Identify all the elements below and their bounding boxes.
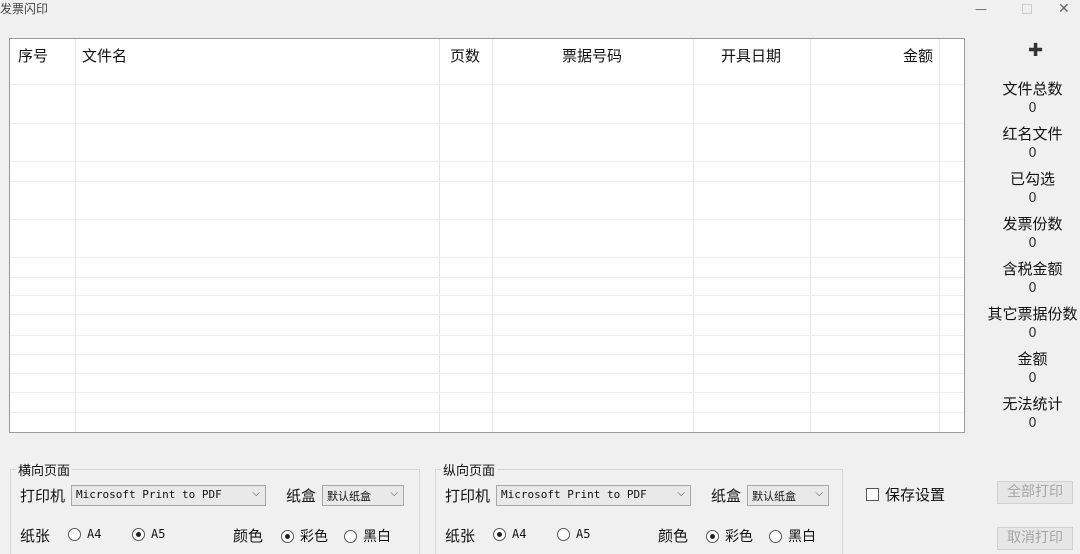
landscape-paper-a5-radio[interactable]: A5 bbox=[132, 527, 165, 541]
landscape-group-title: 横向页面 bbox=[16, 460, 73, 479]
select-value: Microsoft Print to PDF bbox=[76, 488, 222, 501]
save-settings-checkbox[interactable]: 保存设置 bbox=[866, 484, 945, 505]
radio-selected-icon bbox=[706, 529, 719, 543]
landscape-printer-select[interactable]: Microsoft Print to PDF ⌵ bbox=[71, 485, 266, 506]
stat-label: 文件总数 bbox=[1002, 80, 1063, 98]
stat-value: 0 bbox=[1028, 236, 1037, 251]
stat-label: 无法统计 bbox=[1002, 395, 1063, 413]
grid-row-line bbox=[10, 373, 964, 374]
column-header-invoice-number[interactable]: 票据号码 bbox=[562, 45, 622, 66]
grid-row-line bbox=[10, 123, 964, 124]
stat-value: 0 bbox=[1028, 326, 1037, 341]
portrait-tray-select[interactable]: 默认纸盒 ⌵ bbox=[747, 485, 829, 506]
portrait-paper-a4-radio[interactable]: A4 bbox=[493, 527, 526, 541]
portrait-printer-label: 打印机 bbox=[445, 487, 491, 505]
portrait-tray-label: 纸盒 bbox=[711, 487, 742, 505]
landscape-tray-select[interactable]: 默认纸盒 ⌵ bbox=[322, 485, 404, 506]
radio-selected-icon bbox=[132, 527, 145, 541]
portrait-paper-a5-radio[interactable]: A5 bbox=[557, 527, 590, 541]
stat-amount: 金额 0 bbox=[985, 348, 1080, 386]
radio-selected-icon bbox=[281, 529, 294, 543]
cancel-print-button[interactable]: 取消打印 bbox=[997, 527, 1073, 550]
checkbox-icon bbox=[866, 488, 879, 501]
title-bar: 发票闪印 — ✕ bbox=[0, 0, 1080, 22]
stat-checked: 已勾选 0 bbox=[985, 168, 1080, 206]
radio-circle-icon bbox=[769, 529, 782, 543]
plus-icon[interactable]: ✚ bbox=[1028, 40, 1043, 61]
select-value: 默认纸盒 bbox=[327, 490, 371, 503]
select-value: 默认纸盒 bbox=[752, 490, 796, 503]
column-header-filename[interactable]: 文件名 bbox=[82, 45, 127, 66]
minimize-button[interactable]: — bbox=[975, 0, 987, 18]
chevron-down-icon: ⌵ bbox=[252, 488, 260, 499]
grid-row-line bbox=[10, 181, 964, 182]
select-value: Microsoft Print to PDF bbox=[501, 488, 647, 501]
radio-circle-icon bbox=[344, 529, 357, 543]
stat-value: 0 bbox=[1028, 191, 1037, 206]
grid-row-line bbox=[10, 392, 964, 393]
grid-row-line bbox=[10, 84, 964, 85]
chevron-down-icon: ⌵ bbox=[815, 488, 823, 499]
portrait-paper-label: 纸张 bbox=[445, 527, 476, 545]
close-button[interactable]: ✕ bbox=[1058, 0, 1070, 18]
column-header-index[interactable]: 序号 bbox=[18, 45, 48, 66]
stat-label: 其它票据份数 bbox=[987, 305, 1078, 323]
landscape-printer-label: 打印机 bbox=[20, 487, 66, 505]
window-title: 发票闪印 bbox=[0, 2, 49, 16]
stat-red-files: 红名文件 0 bbox=[985, 123, 1080, 161]
landscape-tray-label: 纸盒 bbox=[286, 487, 317, 505]
grid-row-line bbox=[10, 277, 964, 278]
stat-value: 0 bbox=[1028, 371, 1037, 386]
stat-tax-amount: 含税金额 0 bbox=[985, 258, 1080, 296]
landscape-paper-label: 纸张 bbox=[20, 527, 51, 545]
landscape-bw-radio[interactable]: 黑白 bbox=[344, 526, 391, 546]
radio-selected-icon bbox=[493, 527, 506, 541]
grid-row-line bbox=[10, 314, 964, 315]
chevron-down-icon: ⌵ bbox=[677, 488, 685, 499]
column-header-issue-date[interactable]: 开具日期 bbox=[721, 45, 781, 66]
portrait-printer-select[interactable]: Microsoft Print to PDF ⌵ bbox=[496, 485, 691, 506]
stat-invoice-count: 发票份数 0 bbox=[985, 213, 1080, 251]
stat-uncounted: 无法统计 0 bbox=[985, 393, 1080, 431]
stat-label: 发票份数 bbox=[1002, 215, 1063, 233]
grid-row-line bbox=[10, 161, 964, 162]
stat-value: 0 bbox=[1028, 281, 1037, 296]
portrait-color-label: 颜色 bbox=[658, 527, 689, 545]
stat-other-receipts: 其它票据份数 0 bbox=[985, 303, 1080, 341]
print-all-button[interactable]: 全部打印 bbox=[997, 481, 1073, 504]
stat-value: 0 bbox=[1028, 101, 1037, 116]
grid-row-line bbox=[10, 335, 964, 336]
stat-label: 含税金额 bbox=[1002, 260, 1063, 278]
save-settings-label: 保存设置 bbox=[885, 486, 946, 504]
stat-label: 金额 bbox=[1017, 350, 1048, 368]
portrait-color-radio[interactable]: 彩色 bbox=[706, 526, 753, 546]
stat-value: 0 bbox=[1028, 146, 1037, 161]
chevron-down-icon: ⌵ bbox=[390, 488, 398, 499]
stat-value: 0 bbox=[1028, 416, 1037, 431]
stat-label: 已勾选 bbox=[1009, 170, 1055, 188]
portrait-bw-radio[interactable]: 黑白 bbox=[769, 526, 816, 546]
grid-row-line bbox=[10, 354, 964, 355]
radio-circle-icon bbox=[68, 527, 81, 541]
grid-row-line bbox=[10, 412, 964, 413]
landscape-paper-a4-radio[interactable]: A4 bbox=[68, 527, 101, 541]
maximize-button[interactable] bbox=[1022, 4, 1032, 14]
landscape-color-label: 颜色 bbox=[233, 527, 264, 545]
grid-row-line bbox=[10, 257, 964, 258]
stat-label: 红名文件 bbox=[1002, 125, 1063, 143]
landscape-color-radio[interactable]: 彩色 bbox=[281, 526, 328, 546]
stat-total-files: 文件总数 0 bbox=[985, 78, 1080, 116]
portrait-group-title: 纵向页面 bbox=[441, 460, 498, 479]
grid-row-line bbox=[10, 295, 964, 296]
file-grid[interactable]: 序号 文件名 页数 票据号码 开具日期 金额 bbox=[9, 38, 965, 433]
grid-row-line bbox=[10, 219, 964, 220]
column-header-pages[interactable]: 页数 bbox=[450, 45, 480, 66]
column-header-amount[interactable]: 金额 bbox=[903, 45, 933, 66]
radio-circle-icon bbox=[557, 527, 570, 541]
